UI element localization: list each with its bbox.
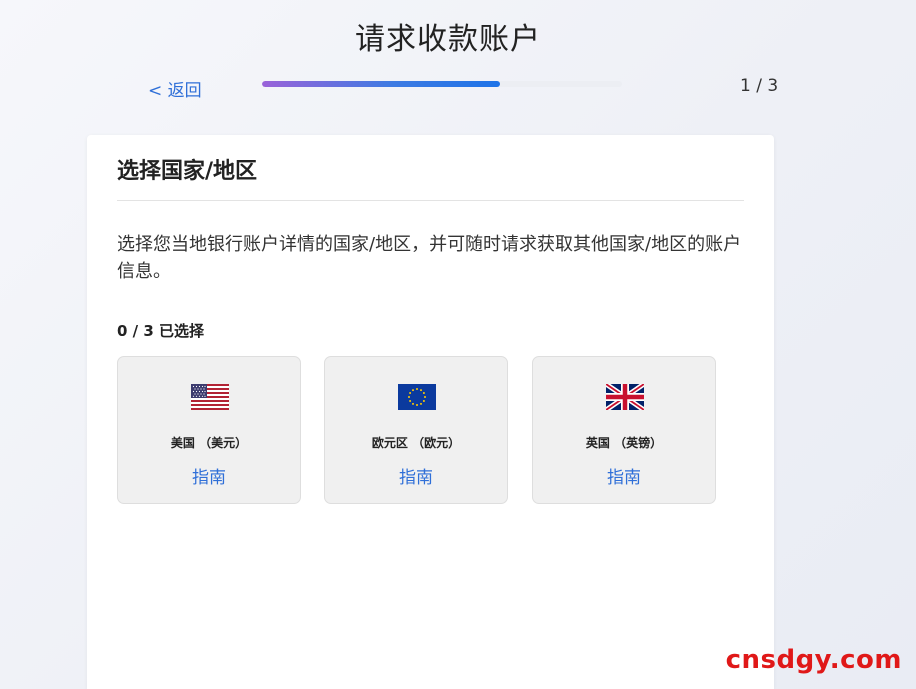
watermark: cnsdgy.com bbox=[725, 645, 902, 675]
card-description: 选择您当地银行账户详情的国家/地区，并可随时请求获取其他国家/地区的账户信息。 bbox=[117, 234, 742, 282]
progress-bar bbox=[262, 81, 622, 87]
country-option-us[interactable]: 美国 （美元） 指南 bbox=[117, 356, 301, 504]
country-option-eu[interactable]: 欧元区 （欧元） 指南 bbox=[324, 356, 508, 504]
eu-flag-icon bbox=[398, 384, 436, 410]
step-counter: 1 / 3 bbox=[740, 76, 779, 96]
selected-count: 0 / 3 已选择 bbox=[117, 322, 205, 340]
card-divider bbox=[117, 200, 744, 201]
page-title: 请求收款账户 bbox=[355, 22, 541, 57]
guide-link-us[interactable]: 指南 bbox=[118, 463, 300, 488]
country-option-uk[interactable]: 英国 （英镑） 指南 bbox=[532, 356, 716, 504]
card-title: 选择国家/地区 bbox=[117, 159, 258, 184]
country-name: 美国 （美元） bbox=[170, 436, 248, 450]
guide-link-uk[interactable]: 指南 bbox=[533, 463, 715, 488]
uk-flag-icon bbox=[606, 384, 644, 410]
us-flag-icon bbox=[191, 384, 229, 410]
country-name: 欧元区 （欧元） bbox=[371, 436, 461, 450]
guide-link-eu[interactable]: 指南 bbox=[325, 463, 507, 488]
back-link[interactable]: < 返回 bbox=[148, 76, 202, 101]
country-name: 英国 （英镑） bbox=[585, 436, 663, 450]
country-selection-card: 选择国家/地区 选择您当地银行账户详情的国家/地区，并可随时请求获取其他国家/地… bbox=[87, 135, 774, 689]
progress-bar-fill bbox=[262, 81, 500, 87]
